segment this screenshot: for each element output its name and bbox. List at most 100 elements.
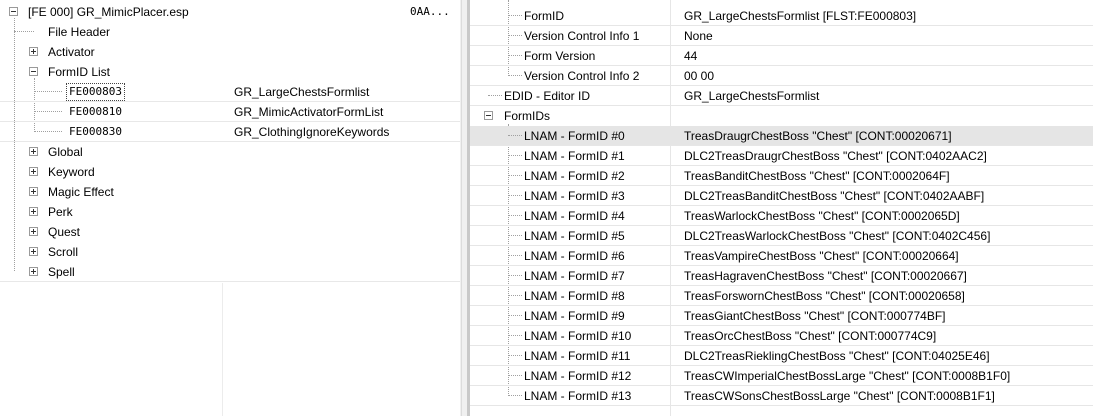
field-label: Version Control Info 2 <box>524 69 640 83</box>
expand-icon[interactable] <box>29 147 38 156</box>
field-row-formid[interactable]: FormID GR_LargeChestsFormlist [FLST:FE00… <box>470 6 1093 26</box>
field-value[interactable]: None <box>684 26 713 46</box>
lnam-label: LNAM - FormID #0 <box>524 129 625 143</box>
field-value[interactable]: GR_LargeChestsFormlist <box>684 86 819 106</box>
tree-item-quest[interactable]: Quest <box>0 222 460 242</box>
formids-group-row[interactable]: FormIDs <box>470 106 1093 126</box>
group-label: FormIDs <box>504 109 550 123</box>
lnam-label: LNAM - FormID #4 <box>524 209 625 223</box>
lnam-value[interactable]: TreasDraugrChestBoss "Chest" [CONT:00020… <box>684 126 952 146</box>
field-label: Version Control Info 1 <box>524 29 640 43</box>
lnam-row[interactable]: LNAM - FormID #5 DLC2TreasWarlockChestBos… <box>470 226 1093 246</box>
tree-item-label: File Header <box>48 25 111 39</box>
lnam-row[interactable]: LNAM - FormID #11 DLC2TreasRieklingChestB… <box>470 346 1093 366</box>
tree-item-label: Activator <box>48 45 95 59</box>
lnam-value[interactable]: TreasGiantChestBoss "Chest" [CONT:000774… <box>684 306 946 326</box>
record-editor-id: GR_MimicActivatorFormList <box>234 105 384 119</box>
lnam-value[interactable]: DLC2TreasDraugrChestBoss "Chest" [CONT:0… <box>684 146 987 166</box>
tree-record-row[interactable]: FE000830 GR_ClothingIgnoreKeywords <box>0 122 460 142</box>
tree-record-row[interactable]: FE000810 GR_MimicActivatorFormList <box>0 102 460 122</box>
expand-icon[interactable] <box>29 187 38 196</box>
lnam-label: LNAM - FormID #12 <box>524 369 632 383</box>
tree-record-row[interactable]: FE000803 GR_LargeChestsFormlist <box>0 82 460 102</box>
tree-item-perk[interactable]: Perk <box>0 202 460 222</box>
tree-item-formid-list[interactable]: FormID List <box>0 62 460 82</box>
lnam-value[interactable]: DLC2TreasWarlockChestBoss "Chest" [CONT:… <box>684 226 990 246</box>
pane-splitter[interactable] <box>460 0 470 416</box>
collapse-icon[interactable] <box>484 111 493 120</box>
lnam-value[interactable]: DLC2TreasRieklingChestBoss "Chest" [CONT… <box>684 346 990 366</box>
lnam-row[interactable]: LNAM - FormID #6 TreasVampireChestBoss "C… <box>470 246 1093 266</box>
tree-guide-line <box>508 215 522 216</box>
tree-item-global[interactable]: Global <box>0 142 460 162</box>
tree-guide-line <box>508 195 522 196</box>
tree-guide-line <box>508 375 522 376</box>
lnam-value[interactable]: DLC2TreasBanditChestBoss "Chest" [CONT:0… <box>684 186 984 206</box>
lnam-row[interactable]: LNAM - FormID #13 TreasCWSonsChestBossLar… <box>470 386 1093 406</box>
tree-item-label: Quest <box>48 225 81 239</box>
field-row-edid[interactable]: EDID - Editor ID GR_LargeChestsFormlist <box>470 86 1093 106</box>
tree-root-row[interactable]: [FE 000] GR_MimicPlacer.esp 0AA... <box>0 2 460 22</box>
tree-item-activator[interactable]: Activator <box>0 42 460 62</box>
tree-item-file-header[interactable]: File Header <box>0 22 460 42</box>
record-tree-pane[interactable]: [FE 000] GR_MimicPlacer.esp 0AA... File … <box>0 0 460 416</box>
lnam-label: LNAM - FormID #1 <box>524 149 625 163</box>
lnam-value[interactable]: TreasWarlockChestBoss "Chest" [CONT:0002… <box>684 206 960 226</box>
collapse-icon[interactable] <box>29 67 38 76</box>
lnam-row[interactable]: LNAM - FormID #9 TreasGiantChestBoss "Che… <box>470 306 1093 326</box>
lnam-row[interactable]: LNAM - FormID #8 TreasForswornChestBoss "… <box>470 286 1093 306</box>
record-formid: FE000803 <box>66 83 125 101</box>
expand-icon[interactable] <box>29 207 38 216</box>
tree-item-spell[interactable]: Spell <box>0 262 460 282</box>
field-value[interactable]: 44 <box>684 46 697 66</box>
lnam-row[interactable]: LNAM - FormID #12 TreasCWImperialChestBos… <box>470 366 1093 386</box>
plugin-load-order-column: 0AA... <box>410 5 450 18</box>
lnam-label: LNAM - FormID #8 <box>524 289 625 303</box>
tree-item-label: Keyword <box>48 165 95 179</box>
plugin-name: [FE 000] GR_MimicPlacer.esp <box>28 5 189 19</box>
tree-item-scroll[interactable]: Scroll <box>0 242 460 262</box>
field-row-version-control-2[interactable]: Version Control Info 2 00 00 <box>470 66 1093 86</box>
lnam-value[interactable]: TreasOrcChestBoss "Chest" [CONT:000774C9… <box>684 326 936 346</box>
lnam-value[interactable]: TreasHagravenChestBoss "Chest" [CONT:000… <box>684 266 967 286</box>
field-row-version-control-1[interactable]: Version Control Info 1 None <box>470 26 1093 46</box>
expand-icon[interactable] <box>29 227 38 236</box>
tree-guide-line <box>508 155 522 156</box>
tree-item-label: Global <box>48 145 83 159</box>
tree-guide-line <box>508 355 522 356</box>
lnam-row[interactable]: LNAM - FormID #4 TreasWarlockChestBoss "C… <box>470 206 1093 226</box>
lnam-row[interactable]: LNAM - FormID #0 TreasDraugrChestBoss "Ch… <box>470 126 1093 146</box>
tree-item-label: FormID List <box>48 65 111 79</box>
lnam-value[interactable]: TreasCWSonsChestBossLarge "Chest" [CONT:… <box>684 386 995 406</box>
collapse-icon[interactable] <box>9 7 18 16</box>
lnam-row[interactable]: LNAM - FormID #1 DLC2TreasDraugrChestBoss… <box>470 146 1093 166</box>
lnam-row[interactable]: LNAM - FormID #2 TreasBanditChestBoss "Ch… <box>470 166 1093 186</box>
expand-icon[interactable] <box>29 267 38 276</box>
lnam-label: LNAM - FormID #10 <box>524 329 632 343</box>
lnam-value[interactable]: TreasVampireChestBoss "Chest" [CONT:0002… <box>684 246 959 266</box>
tree-item-label: Scroll <box>48 245 79 259</box>
lnam-row[interactable]: LNAM - FormID #7 TreasHagravenChestBoss "… <box>470 266 1093 286</box>
lnam-label: LNAM - FormID #9 <box>524 309 625 323</box>
lnam-value[interactable]: TreasCWImperialChestBossLarge "Chest" [C… <box>684 366 1010 386</box>
record-formid: FE000810 <box>69 105 122 118</box>
field-label: EDID - Editor ID <box>504 89 591 103</box>
lnam-value[interactable]: TreasForswornChestBoss "Chest" [CONT:000… <box>684 286 965 306</box>
record-view-pane[interactable]: FormID GR_LargeChestsFormlist [FLST:FE00… <box>470 0 1093 416</box>
record-editor-id: GR_ClothingIgnoreKeywords <box>234 125 390 139</box>
field-value[interactable]: 00 00 <box>684 66 714 86</box>
tree-guide-line <box>508 235 522 236</box>
tree-item-keyword[interactable]: Keyword <box>0 162 460 182</box>
lnam-row[interactable]: LNAM - FormID #10 TreasOrcChestBoss "Ches… <box>470 326 1093 346</box>
lnam-label: LNAM - FormID #7 <box>524 269 625 283</box>
lnam-label: LNAM - FormID #5 <box>524 229 625 243</box>
lnam-value[interactable]: TreasBanditChestBoss "Chest" [CONT:00020… <box>684 166 950 186</box>
expand-icon[interactable] <box>29 47 38 56</box>
expand-icon[interactable] <box>29 247 38 256</box>
field-row-form-version[interactable]: Form Version 44 <box>470 46 1093 66</box>
tree-guide-line <box>508 295 522 296</box>
field-value[interactable]: GR_LargeChestsFormlist [FLST:FE000803] <box>684 6 916 26</box>
tree-item-magic-effect[interactable]: Magic Effect <box>0 182 460 202</box>
lnam-row[interactable]: LNAM - FormID #3 DLC2TreasBanditChestBoss… <box>470 186 1093 206</box>
expand-icon[interactable] <box>29 167 38 176</box>
